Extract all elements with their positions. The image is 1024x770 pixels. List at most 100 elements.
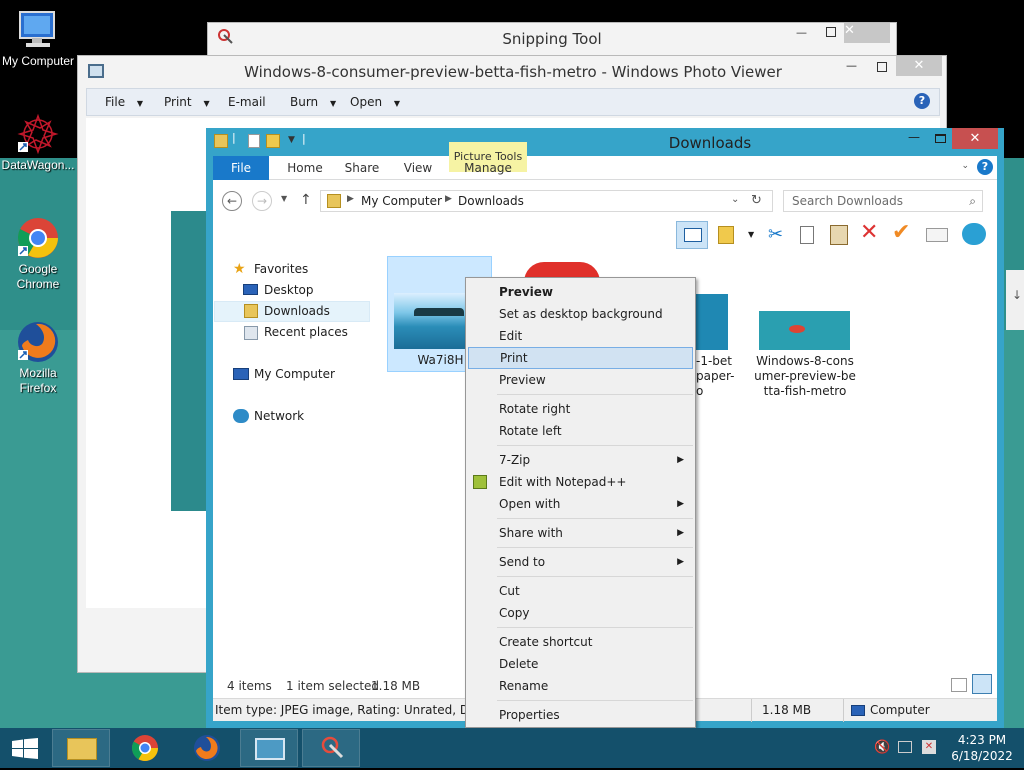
desktop-icon-datawagon[interactable]: DataWagon... — [0, 112, 76, 173]
menu-item-rotate-left[interactable]: Rotate left — [468, 420, 693, 442]
nav-favorites[interactable]: Favorites — [254, 259, 308, 279]
taskbar-photo-viewer[interactable] — [240, 729, 298, 767]
details-info: Item type: JPEG image, Rating: Unrated, … — [215, 703, 506, 717]
nav-my-computer[interactable]: My Computer — [254, 364, 335, 384]
rename-icon[interactable] — [926, 228, 948, 242]
file-name-betta[interactable]: Windows-8-cons umer-preview-be tta-fish-… — [752, 354, 858, 399]
menu-item-preview[interactable]: Preview — [468, 369, 693, 391]
close-button[interactable]: ✕ — [952, 128, 998, 149]
desktop-icon-label: My Computer — [1, 54, 75, 68]
downloads-folder-icon — [327, 194, 341, 208]
breadcrumb-downloads[interactable]: Downloads — [458, 194, 524, 208]
status-item-count: 4 items — [227, 679, 272, 693]
minimize-icon[interactable]: — — [796, 26, 816, 42]
menu-item-rename[interactable]: Rename — [468, 675, 693, 697]
menu-separator — [497, 445, 693, 446]
menu-item-cut[interactable]: Cut — [468, 580, 693, 602]
menu-item-edit-notepad[interactable]: Edit with Notepad++ — [468, 471, 693, 493]
menu-item-copy[interactable]: Copy — [468, 602, 693, 624]
taskbar-chrome[interactable] — [116, 729, 174, 767]
desktop-icon-chrome[interactable]: Google Chrome — [0, 216, 76, 292]
desktop-icon-my-computer[interactable]: My Computer — [0, 8, 76, 69]
tab-view[interactable]: View — [395, 156, 441, 180]
menu-file[interactable]: File ▼ — [105, 95, 143, 109]
photo-viewer-title: Windows-8-consumer-preview-betta-fish-me… — [244, 63, 782, 81]
breadcrumb-my-computer[interactable]: My Computer — [361, 194, 442, 208]
refresh-icon[interactable]: ↻ — [751, 193, 762, 208]
menu-item-edit[interactable]: Edit — [468, 325, 693, 347]
minimize-button[interactable]: — — [846, 59, 857, 72]
speaker-muted-icon[interactable]: 🔇 — [874, 740, 890, 755]
ribbon-expand-icon[interactable]: ⌄ — [961, 161, 969, 171]
tab-file[interactable]: File — [213, 156, 269, 180]
firefox-icon — [16, 320, 60, 364]
taskbar-firefox[interactable] — [178, 729, 236, 767]
menu-item-properties[interactable]: Properties — [468, 704, 693, 726]
menu-item-7zip[interactable]: 7-Zip ▶ — [468, 449, 693, 471]
help-icon[interactable]: ? — [977, 159, 993, 175]
maximize-button[interactable] — [935, 134, 946, 143]
maximize-button[interactable] — [826, 27, 836, 37]
delete-icon[interactable]: ✕ — [860, 220, 878, 245]
move-to-icon[interactable] — [718, 226, 734, 244]
menu-email[interactable]: E-mail — [228, 95, 266, 109]
move-to-dropdown-icon[interactable]: ▼ — [748, 230, 754, 239]
network-status-icon[interactable] — [898, 741, 912, 753]
menu-separator — [497, 700, 693, 701]
check-icon[interactable]: ✔ — [892, 220, 910, 245]
search-input[interactable]: Search Downloads ⌕ — [783, 190, 983, 212]
menu-item-share-with[interactable]: Share with ▶ — [468, 522, 693, 544]
minimize-button[interactable] — [994, 23, 1022, 43]
menu-item-send-to[interactable]: Send to ▶ — [468, 551, 693, 573]
help-icon[interactable]: ? — [914, 93, 930, 109]
copy-icon[interactable] — [800, 226, 814, 244]
windows-logo-icon[interactable] — [12, 738, 38, 760]
menu-burn[interactable]: Burn ▼ — [290, 95, 336, 109]
menu-item-open-with[interactable]: Open with ▶ — [468, 493, 693, 515]
star-icon: ★ — [233, 261, 246, 277]
context-menu[interactable]: Preview Set as desktop background Edit P… — [465, 277, 696, 728]
menu-item-preview-default[interactable]: Preview — [468, 281, 693, 303]
address-dropdown-icon[interactable]: ⌄ — [731, 194, 739, 205]
taskbar-snipping-tool[interactable] — [302, 729, 360, 767]
large-icons-view-button[interactable] — [972, 674, 992, 694]
maximize-button[interactable] — [877, 62, 887, 72]
details-view-button[interactable] — [951, 678, 967, 692]
menu-item-rotate-right[interactable]: Rotate right — [468, 398, 693, 420]
nav-desktop[interactable]: Desktop — [264, 280, 314, 300]
preview-pane-button[interactable] — [676, 221, 708, 249]
cut-icon[interactable]: ✂ — [768, 224, 783, 245]
menu-item-set-desktop-background[interactable]: Set as desktop background — [468, 303, 693, 325]
menu-print[interactable]: Print ▼ — [164, 95, 210, 109]
action-center-icon[interactable]: ✕ — [922, 740, 936, 754]
desktop-icon-firefox[interactable]: Mozilla Firefox — [0, 320, 76, 396]
nav-network[interactable]: Network — [254, 406, 304, 426]
recent-locations-icon[interactable]: ▼ — [281, 194, 287, 203]
menu-item-print[interactable]: Print — [468, 347, 693, 369]
menu-separator — [497, 547, 693, 548]
taskbar-file-explorer[interactable] — [52, 729, 110, 767]
menu-open[interactable]: Open ▼ — [350, 95, 400, 109]
ribbon-tabs: Picture Tools File Home Share View Manag… — [213, 142, 997, 180]
up-button[interactable]: ↑ — [300, 192, 312, 208]
address-bar[interactable]: ▶ My Computer ▶ Downloads ⌄ ↻ — [320, 190, 773, 212]
status-selected: 1 item selected — [286, 679, 380, 693]
tab-share[interactable]: Share — [337, 156, 387, 180]
photo-viewer-menubar: File ▼ Print ▼ E-mail Burn ▼ Open ▼ ? — [86, 88, 940, 116]
globe-icon[interactable] — [962, 223, 986, 245]
menu-item-delete[interactable]: Delete — [468, 653, 693, 675]
close-button[interactable]: ✕ — [844, 23, 890, 43]
minimize-button[interactable]: — — [908, 130, 920, 144]
close-button[interactable]: ✕ — [896, 56, 942, 76]
nav-downloads[interactable]: Downloads — [264, 301, 330, 321]
forward-button[interactable]: → — [252, 191, 272, 211]
nav-recent-places[interactable]: Recent places — [264, 322, 348, 342]
menu-item-create-shortcut[interactable]: Create shortcut — [468, 631, 693, 653]
clock-date[interactable]: 6/18/2022 — [950, 749, 1014, 763]
back-button[interactable]: ← — [222, 191, 242, 211]
clock-time[interactable]: 4:23 PM — [950, 733, 1014, 747]
tab-manage[interactable]: Manage — [449, 156, 527, 180]
file-thumbnail-betta[interactable] — [759, 311, 850, 350]
tab-home[interactable]: Home — [281, 156, 329, 180]
paste-icon[interactable] — [830, 225, 848, 245]
